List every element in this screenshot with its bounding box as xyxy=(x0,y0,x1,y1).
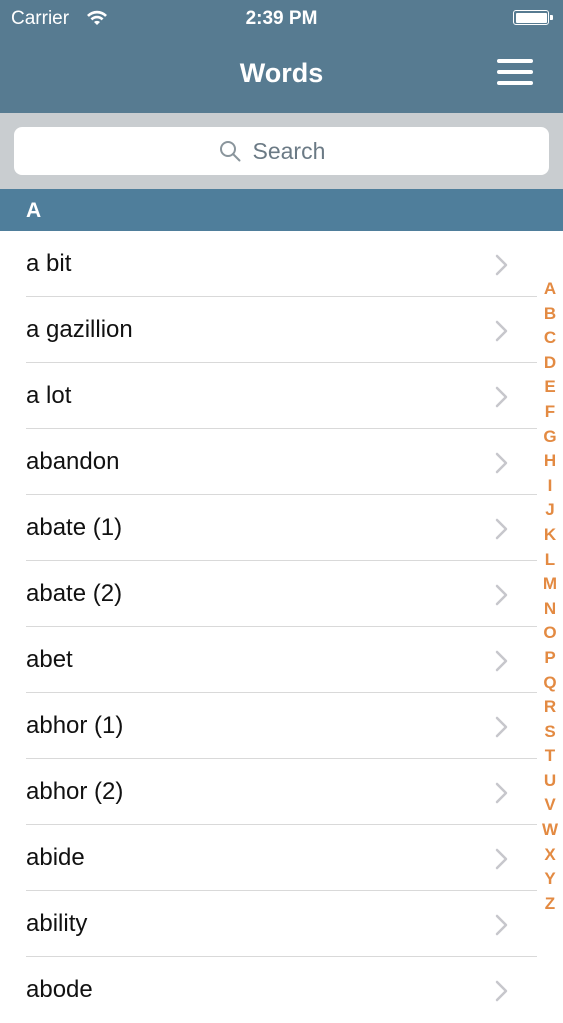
index-letter[interactable]: E xyxy=(537,375,563,400)
table-row[interactable]: abide xyxy=(26,825,537,891)
table-row[interactable]: a lot xyxy=(26,363,537,429)
table-row[interactable]: abhor (1) xyxy=(26,693,537,759)
index-letter[interactable]: B xyxy=(537,302,563,327)
chevron-right-icon xyxy=(495,386,508,408)
navigation-bar: Carrier 2:39 PM Words xyxy=(0,0,563,113)
word-label: abate (1) xyxy=(26,514,123,541)
table-row[interactable]: abhor (2) xyxy=(26,759,537,825)
index-letter[interactable]: Y xyxy=(537,867,563,892)
status-bar: Carrier 2:39 PM xyxy=(0,0,563,40)
index-letter[interactable]: J xyxy=(537,498,563,523)
chevron-right-icon xyxy=(495,650,508,672)
word-label: a bit xyxy=(26,250,72,277)
index-letter[interactable]: U xyxy=(537,769,563,794)
search-field[interactable] xyxy=(14,127,549,175)
index-letter[interactable]: L xyxy=(537,548,563,573)
table-row[interactable]: a bit xyxy=(26,231,537,297)
index-letter[interactable]: K xyxy=(537,523,563,548)
chevron-right-icon xyxy=(495,320,508,342)
index-letter[interactable]: Q xyxy=(537,671,563,696)
hamburger-menu-icon xyxy=(497,59,533,63)
table-row[interactable]: abet xyxy=(26,627,537,693)
table-row[interactable]: abate (1) xyxy=(26,495,537,561)
index-letter[interactable]: D xyxy=(537,351,563,376)
index-letter[interactable]: I xyxy=(537,474,563,499)
word-label: a gazillion xyxy=(26,316,133,343)
word-label: abhor (2) xyxy=(26,778,124,805)
section-header: A xyxy=(0,189,563,231)
chevron-right-icon xyxy=(495,254,508,276)
index-letter[interactable]: Z xyxy=(537,892,563,917)
chevron-right-icon xyxy=(495,980,508,1002)
search-bar xyxy=(0,113,563,189)
chevron-right-icon xyxy=(495,716,508,738)
word-label: abate (2) xyxy=(26,580,123,607)
index-letter[interactable]: N xyxy=(537,597,563,622)
word-label: abandon xyxy=(26,448,120,475)
table-row[interactable]: abode xyxy=(26,957,537,1023)
chevron-right-icon xyxy=(495,848,508,870)
search-icon xyxy=(219,141,240,162)
index-letter[interactable]: F xyxy=(537,400,563,425)
index-letter[interactable]: C xyxy=(537,326,563,351)
word-label: abhor (1) xyxy=(26,712,124,739)
index-letter[interactable]: X xyxy=(537,843,563,868)
status-time: 2:39 PM xyxy=(245,8,318,29)
section-index[interactable]: ABCDEFGHIJKLMNOPQRSTUVWXYZ xyxy=(537,277,563,916)
index-letter[interactable]: H xyxy=(537,449,563,474)
index-letter[interactable]: W xyxy=(537,818,563,843)
search-input[interactable] xyxy=(250,136,345,166)
index-letter[interactable]: P xyxy=(537,646,563,671)
index-letter[interactable]: S xyxy=(537,720,563,745)
word-list: a bit a gazillion a lot abandon abate (1) aba… xyxy=(0,231,563,1023)
index-letter[interactable]: T xyxy=(537,744,563,769)
word-label: abide xyxy=(26,844,85,871)
word-label: ability xyxy=(26,910,88,937)
index-letter[interactable]: O xyxy=(537,621,563,646)
word-label: abet xyxy=(26,646,73,673)
chevron-right-icon xyxy=(495,452,508,474)
table-row[interactable]: ability xyxy=(26,891,537,957)
table-row[interactable]: abate (2) xyxy=(26,561,537,627)
index-letter[interactable]: G xyxy=(537,425,563,450)
table-row[interactable]: a gazillion xyxy=(26,297,537,363)
index-letter[interactable]: M xyxy=(537,572,563,597)
page-title: Words xyxy=(239,58,324,88)
menu-button[interactable] xyxy=(492,56,536,90)
chevron-right-icon xyxy=(495,782,508,804)
index-letter[interactable]: R xyxy=(537,695,563,720)
chevron-right-icon xyxy=(495,584,508,606)
table-row[interactable]: abandon xyxy=(26,429,537,495)
index-letter[interactable]: V xyxy=(537,793,563,818)
chevron-right-icon xyxy=(495,914,508,936)
index-letter[interactable]: A xyxy=(537,277,563,302)
word-label: abode xyxy=(26,976,93,1003)
chevron-right-icon xyxy=(495,518,508,540)
word-label: a lot xyxy=(26,382,72,409)
battery-icon xyxy=(513,10,553,25)
